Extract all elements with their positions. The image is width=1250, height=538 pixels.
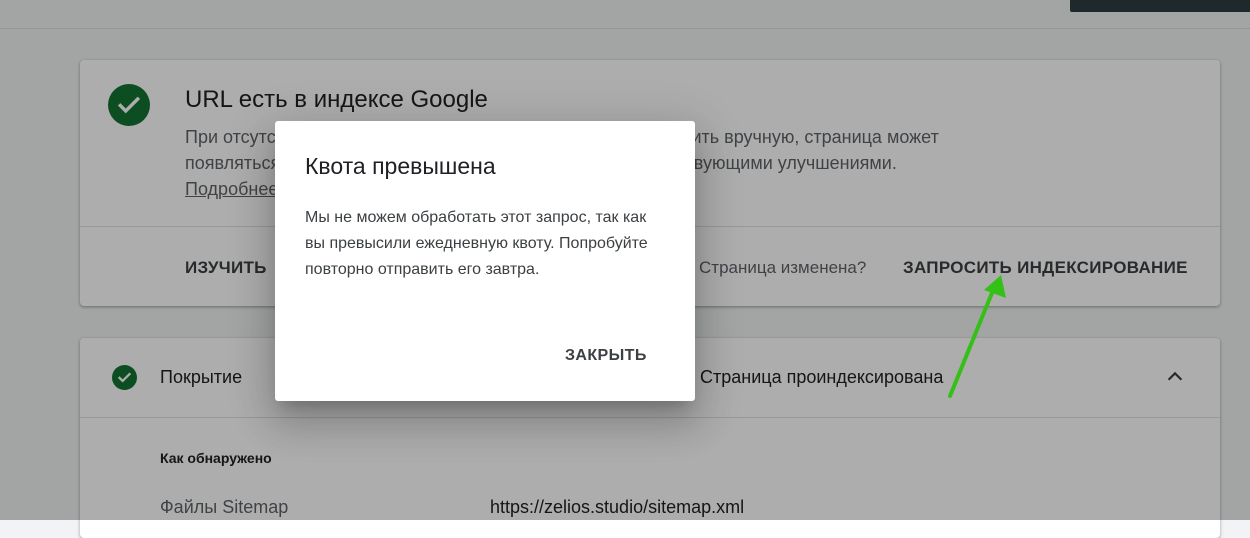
dialog-message: Мы не можем обработать этот запрос, так … (305, 209, 648, 278)
quota-exceeded-dialog: Квота превышена Мы не можем обработать э… (275, 121, 695, 401)
close-dialog-button[interactable]: ЗАКРЫТЬ (565, 347, 647, 365)
dialog-title: Квота превышена (305, 153, 496, 179)
